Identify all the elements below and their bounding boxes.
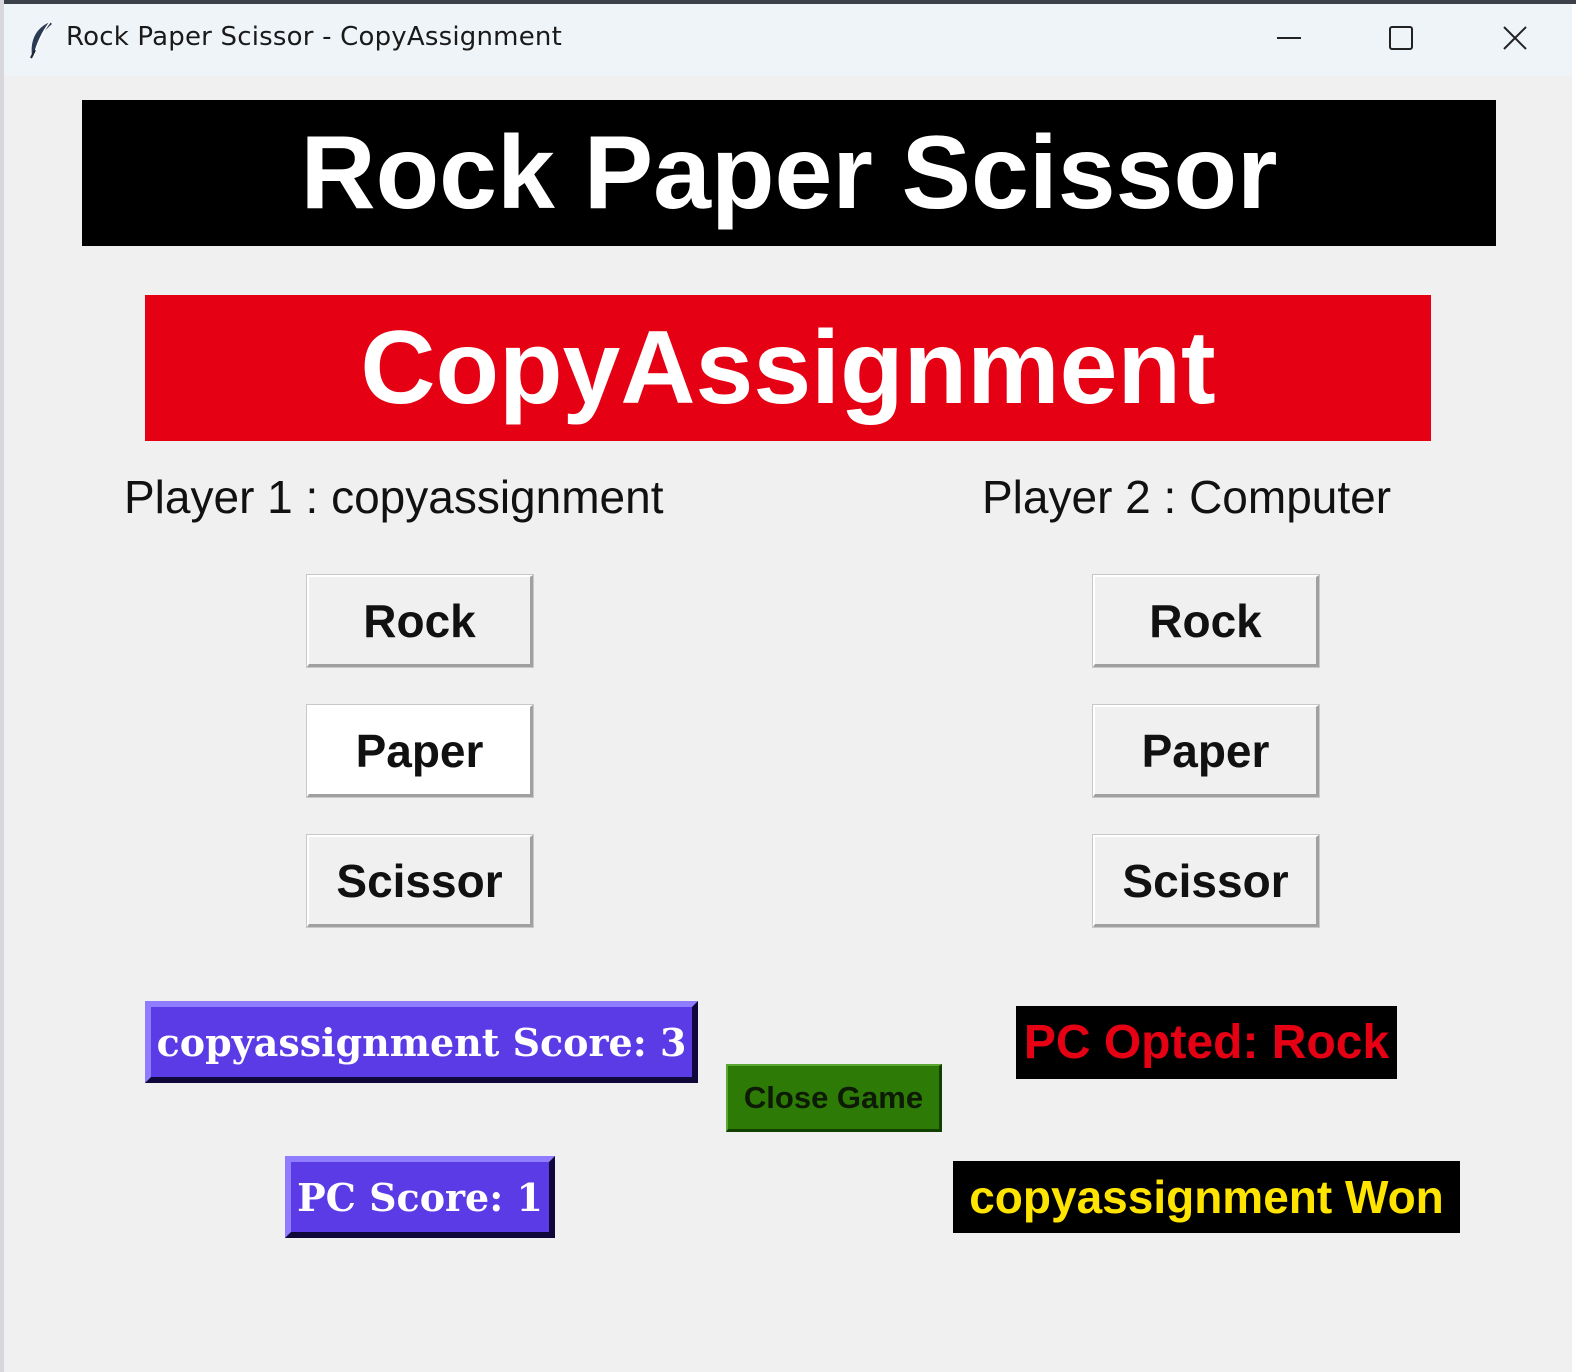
app-window: Rock Paper Scissor - CopyAssignment Rock… [0,0,1576,1372]
title-bar[interactable]: Rock Paper Scissor - CopyAssignment [4,4,1572,76]
game-title-banner: Rock Paper Scissor [82,100,1496,246]
minimize-icon [1275,24,1303,57]
player-score-label: copyassignment Score: 3 [145,1001,698,1083]
close-window-button[interactable] [1460,4,1570,76]
window-title: Rock Paper Scissor - CopyAssignment [66,22,562,52]
close-icon [1501,24,1529,57]
pc-score-label: PC Score: 1 [285,1156,555,1238]
result-label: copyassignment Won [953,1161,1460,1233]
player1-scissor-button[interactable]: Scissor [306,834,534,928]
brand-banner: CopyAssignment [145,295,1431,441]
feather-icon [26,20,56,60]
close-game-button[interactable]: Close Game [726,1064,942,1132]
player2-paper-button[interactable]: Paper [1092,704,1320,798]
pc-opted-label: PC Opted: Rock [1016,1006,1397,1079]
player1-paper-button[interactable]: Paper [306,704,534,798]
maximize-icon [1387,24,1415,57]
player2-scissor-button[interactable]: Scissor [1092,834,1320,928]
maximize-button[interactable] [1346,4,1456,76]
player1-rock-button[interactable]: Rock [306,574,534,668]
minimize-button[interactable] [1234,4,1344,76]
player2-rock-button[interactable]: Rock [1092,574,1320,668]
player1-label: Player 1 : copyassignment [124,471,664,523]
player2-label: Player 2 : Computer [982,471,1392,523]
